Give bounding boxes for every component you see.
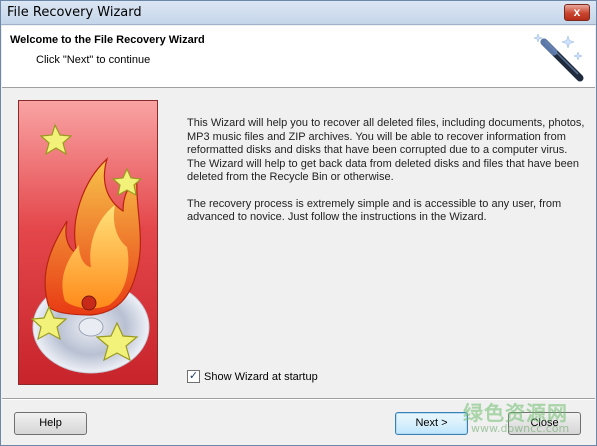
wizard-description: This Wizard will help you to recover all… (187, 117, 587, 238)
window-close-button[interactable]: x (564, 4, 590, 21)
show-wizard-startup-checkbox[interactable]: ✓ (187, 370, 200, 383)
magic-wand-icon (533, 33, 584, 82)
fire-disc-stars-illustration (19, 101, 157, 384)
description-paragraph-2: The recovery process is extremely simple… (187, 197, 562, 224)
description-paragraph-1: This Wizard will help you to recover all… (187, 117, 585, 183)
header-subtitle: Click "Next" to continue (36, 54, 151, 66)
window-title: File Recovery Wizard (7, 5, 142, 20)
next-button[interactable]: Next > (395, 412, 468, 435)
wizard-header: Welcome to the File Recovery Wizard Clic… (2, 26, 595, 88)
show-wizard-startup-label[interactable]: Show Wizard at startup (204, 371, 318, 383)
show-wizard-startup-option[interactable]: ✓ Show Wizard at startup (187, 370, 318, 383)
title-bar[interactable]: File Recovery Wizard x (1, 1, 596, 25)
header-title: Welcome to the File Recovery Wizard (10, 34, 205, 46)
watermark-url: www.downcc.com (471, 422, 570, 435)
wizard-side-illustration (18, 100, 158, 385)
wizard-window: File Recovery Wizard x Welcome to the Fi… (0, 0, 597, 446)
help-button[interactable]: Help (14, 412, 87, 435)
